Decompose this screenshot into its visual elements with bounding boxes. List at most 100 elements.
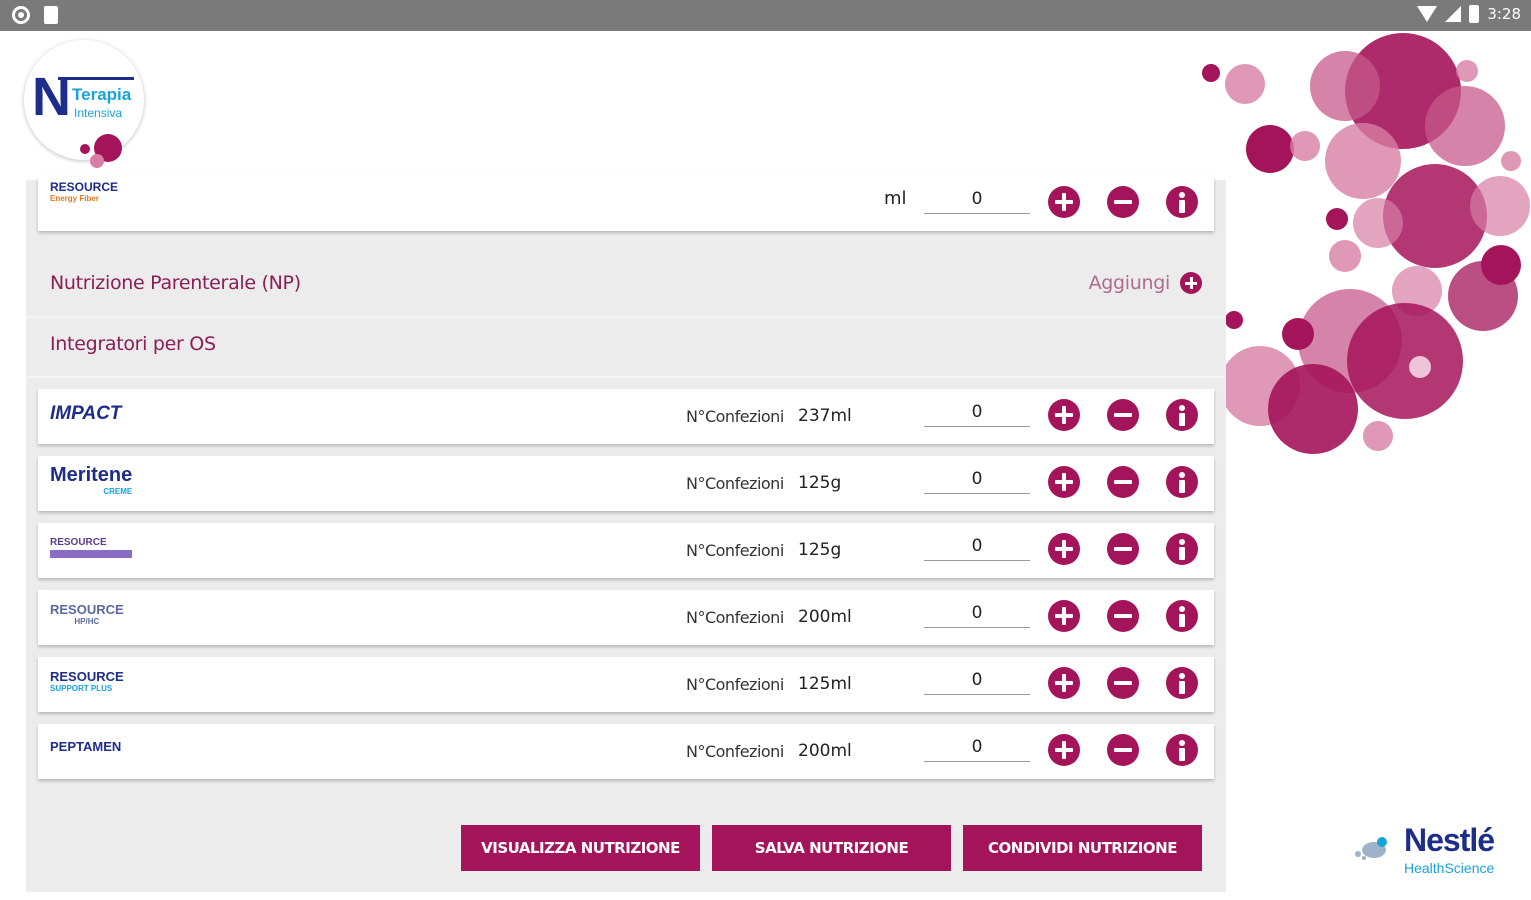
add-button[interactable] <box>1048 186 1080 218</box>
unit-size: 125ml <box>798 674 852 694</box>
remove-button[interactable] <box>1107 734 1139 766</box>
bubble <box>1282 318 1314 350</box>
unit-label: N°Confezioni <box>686 407 784 426</box>
unit-label: N°Confezioni <box>686 474 784 493</box>
remove-button[interactable] <box>1107 399 1139 431</box>
info-button[interactable] <box>1166 533 1198 565</box>
minus-circle-icon <box>1114 480 1132 484</box>
unit-size: 125g <box>798 540 842 560</box>
info-circle-icon <box>1179 740 1185 746</box>
minus-circle-icon <box>1114 547 1132 551</box>
brand-logo: RESOURCE SUPPORT PLUS <box>50 669 124 693</box>
quantity-input[interactable] <box>924 598 1030 628</box>
add-button[interactable] <box>1048 466 1080 498</box>
remove-button[interactable] <box>1107 186 1139 218</box>
add-button[interactable] <box>1048 600 1080 632</box>
quantity-input[interactable] <box>924 732 1030 762</box>
status-bar: 3:28 <box>0 0 1531 31</box>
bubble <box>1202 64 1220 82</box>
product-card: Meritene CREME N°Confezioni 125g <box>38 456 1214 511</box>
info-circle-icon <box>1179 192 1185 198</box>
nestle-logo: Nestlé HealthScience <box>1350 822 1520 882</box>
info-button[interactable] <box>1166 600 1198 632</box>
add-button[interactable] <box>1048 734 1080 766</box>
minus-circle-icon <box>1114 200 1132 204</box>
bubble <box>1353 198 1403 248</box>
add-button[interactable] <box>1048 533 1080 565</box>
app-logo: N Terapia Intensiva <box>24 40 144 168</box>
unit-size: 200ml <box>798 741 852 761</box>
remove-button[interactable] <box>1107 533 1139 565</box>
brand-logo: IMPACT <box>50 403 121 425</box>
wifi-icon <box>1417 6 1438 22</box>
unit-size: 200ml <box>798 607 852 627</box>
brand-logo: PEPTAMEN <box>50 739 121 754</box>
battery-icon <box>1469 5 1480 23</box>
divider <box>26 316 1226 318</box>
brand-sub: CREME <box>103 487 133 496</box>
nestle-nest-icon <box>1355 837 1387 860</box>
clock: 3:28 <box>1487 5 1521 23</box>
remove-button[interactable] <box>1107 667 1139 699</box>
divider <box>26 376 1226 378</box>
bubble <box>1425 86 1505 166</box>
info-circle-icon <box>1179 673 1185 679</box>
info-button[interactable] <box>1166 734 1198 766</box>
share-nutrition-button[interactable]: CONDIVIDI NUTRIZIONE <box>963 825 1202 871</box>
bubble <box>1470 176 1530 236</box>
app-root: 3:28 N Terapia Intensiva RESOURCE Energy… <box>0 0 1531 900</box>
unit-size: 125g <box>798 473 842 493</box>
logo-bar <box>58 77 134 80</box>
nutrition-panel: RESOURCE Energy Fiber ml Nutrizione Pare… <box>26 176 1226 892</box>
add-button[interactable] <box>1048 399 1080 431</box>
minus-circle-icon <box>1114 614 1132 618</box>
quantity-input[interactable] <box>924 531 1030 561</box>
signal-icon <box>1445 6 1462 22</box>
brand-name: Meritene <box>50 464 133 486</box>
minus-circle-icon <box>1114 748 1132 752</box>
add-button[interactable] <box>1048 667 1080 699</box>
remove-button[interactable] <box>1107 466 1139 498</box>
info-button[interactable] <box>1166 399 1198 431</box>
logo-dot <box>90 154 104 168</box>
add-parenteral-button[interactable]: Aggiungi <box>1089 272 1202 294</box>
brand-logo: RESOURCE Energy Fiber <box>50 180 118 203</box>
bubble <box>1325 123 1401 199</box>
brand-logo: Meritene CREME <box>50 464 132 496</box>
add-label: Aggiungi <box>1088 272 1171 294</box>
bubble <box>1246 125 1294 173</box>
brand-name: RESOURCE <box>50 180 119 194</box>
quantity-input[interactable] <box>924 665 1030 695</box>
decorative-bubbles <box>1202 33 1530 454</box>
save-nutrition-button[interactable]: SALVA NUTRIZIONE <box>712 825 951 871</box>
info-circle-icon <box>1179 606 1185 612</box>
bubble <box>1409 356 1431 378</box>
info-button[interactable] <box>1166 186 1198 218</box>
section-title-oral: Integratori per OS <box>50 333 216 355</box>
bubble <box>1456 60 1478 82</box>
plus-circle-icon <box>1180 272 1202 294</box>
bubble <box>1225 64 1265 104</box>
product-card-resource-energy: RESOURCE Energy Fiber ml <box>38 176 1214 231</box>
unit-label: N°Confezioni <box>686 675 784 694</box>
bubble <box>1310 51 1380 121</box>
brand-name: RESOURCE <box>50 669 124 684</box>
unit-label: N°Confezioni <box>686 742 784 761</box>
brand-name: IMPACT <box>50 403 122 424</box>
bubble <box>1329 240 1361 272</box>
view-nutrition-button[interactable]: VISUALIZZA NUTRIZIONE <box>461 825 700 871</box>
quantity-input[interactable] <box>924 184 1030 214</box>
bubble <box>1290 131 1320 161</box>
section-title-parenteral: Nutrizione Parenterale (NP) <box>50 272 301 294</box>
minus-circle-icon <box>1114 413 1132 417</box>
nestle-wordmark: Nestlé <box>1404 822 1495 858</box>
remove-button[interactable] <box>1107 600 1139 632</box>
brand-name: RESOURCE <box>50 537 107 548</box>
quantity-input[interactable] <box>924 397 1030 427</box>
info-button[interactable] <box>1166 667 1198 699</box>
product-card: IMPACT N°Confezioni 237ml <box>38 389 1214 444</box>
info-circle-icon <box>1179 539 1185 545</box>
info-button[interactable] <box>1166 466 1198 498</box>
quantity-input[interactable] <box>924 464 1030 494</box>
brand-sub: SUPPORT PLUS <box>50 684 113 693</box>
